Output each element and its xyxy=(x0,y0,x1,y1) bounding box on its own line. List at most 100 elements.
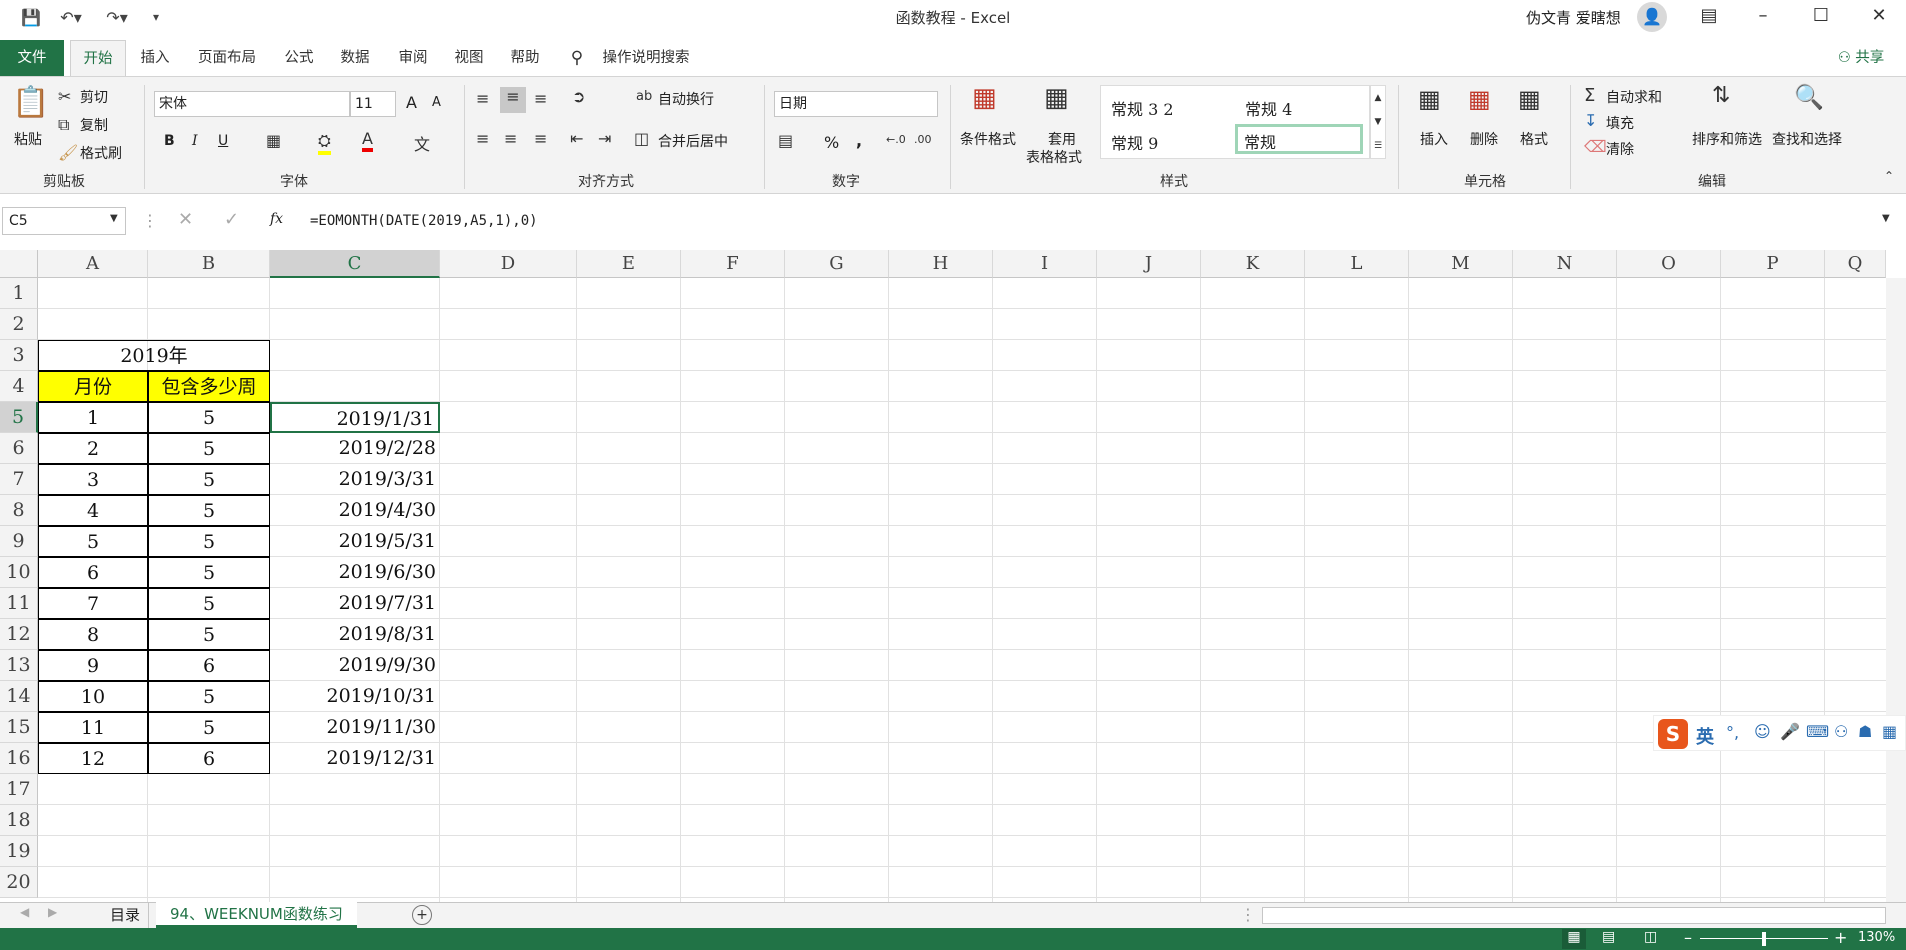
increase-decimal-icon[interactable]: ←.0 xyxy=(886,133,906,146)
column-header-o[interactable]: O xyxy=(1617,250,1721,278)
prev-sheet-icon[interactable]: ◀ xyxy=(20,905,29,919)
column-header-c[interactable]: C xyxy=(270,250,440,278)
table-cell-month[interactable]: 3 xyxy=(38,464,148,495)
tab-formulas[interactable]: 公式 xyxy=(278,40,320,76)
zoom-in-icon[interactable]: + xyxy=(1834,928,1847,947)
table-cell-month[interactable]: 4 xyxy=(38,495,148,526)
fill-color-icon[interactable]: ⛭ xyxy=(318,131,331,155)
table-cell-eom[interactable]: 2019/4/30 xyxy=(270,495,440,526)
insert-cells-icon[interactable]: ▦ xyxy=(1418,85,1441,113)
sheet-tab-toc[interactable]: 目录 xyxy=(102,903,150,928)
tab-help[interactable]: 帮助 xyxy=(504,40,546,76)
table-cell-weeks[interactable]: 5 xyxy=(148,495,270,526)
row-header-3[interactable]: 3 xyxy=(0,340,38,371)
row-header-16[interactable]: 16 xyxy=(0,743,38,774)
column-header-d[interactable]: D xyxy=(440,250,577,278)
row-header-2[interactable]: 2 xyxy=(0,309,38,340)
column-header-m[interactable]: M xyxy=(1409,250,1513,278)
format-table-line2[interactable]: 表格格式 xyxy=(1026,147,1082,167)
column-header-j[interactable]: J xyxy=(1097,250,1201,278)
align-left-icon[interactable]: ≡ xyxy=(476,129,489,148)
format-table-icon[interactable]: ▦ xyxy=(1044,83,1069,113)
column-header-g[interactable]: G xyxy=(785,250,889,278)
close-icon[interactable]: ✕ xyxy=(1856,0,1902,34)
maximize-icon[interactable]: ☐ xyxy=(1798,0,1844,34)
enter-icon[interactable]: ✓ xyxy=(224,209,239,230)
align-center-icon[interactable]: ≡ xyxy=(504,129,517,148)
autosum-button[interactable]: 自动求和 xyxy=(1606,87,1662,107)
table-cell-month[interactable]: 7 xyxy=(38,588,148,619)
table-cell-weeks[interactable]: 5 xyxy=(148,526,270,557)
worksheet-grid[interactable]: ABCDEFGHIJKLMNOPQ 1 2 3 4 5 6 7 8 9 10 11 12 13 14 15 1… xyxy=(0,250,1906,904)
align-right-icon[interactable]: ≡ xyxy=(534,129,547,148)
table-cell-eom[interactable]: 2019/3/31 xyxy=(270,464,440,495)
merge-center-button[interactable]: 合并后居中 xyxy=(658,131,728,151)
row-header-11[interactable]: 11 xyxy=(0,588,38,619)
table-cell-month[interactable]: 12 xyxy=(38,743,148,774)
table-cell-month[interactable]: 8 xyxy=(38,619,148,650)
percent-button[interactable]: % xyxy=(824,133,839,152)
row-header-13[interactable]: 13 xyxy=(0,650,38,681)
tab-insert[interactable]: 插入 xyxy=(134,40,176,76)
row-header-14[interactable]: 14 xyxy=(0,681,38,712)
table-title[interactable]: 2019年 xyxy=(38,340,270,371)
tab-view[interactable]: 视图 xyxy=(448,40,490,76)
font-name-select[interactable]: 宋体 xyxy=(154,91,350,117)
table-cell-month[interactable]: 2 xyxy=(38,433,148,464)
row-header-19[interactable]: 19 xyxy=(0,836,38,867)
user-icon[interactable]: ⚇ xyxy=(1834,722,1848,741)
share-button[interactable]: ⚇ 共享 xyxy=(1830,40,1892,76)
active-cell[interactable]: 2019/1/31 xyxy=(270,402,440,433)
table-cell-weeks[interactable]: 5 xyxy=(148,619,270,650)
style-normal[interactable]: 常规 xyxy=(1235,124,1363,154)
delete-cells-icon[interactable]: ▦ xyxy=(1468,85,1491,113)
tab-review[interactable]: 审阅 xyxy=(392,40,434,76)
find-select-button[interactable]: 查找和选择 xyxy=(1772,129,1842,149)
zoom-out-icon[interactable]: – xyxy=(1684,928,1692,947)
row-header-7[interactable]: 7 xyxy=(0,464,38,495)
column-header-b[interactable]: B xyxy=(148,250,270,278)
page-layout-view-icon[interactable]: ▤ xyxy=(1602,929,1615,945)
table-cell-eom[interactable]: 2019/11/30 xyxy=(270,712,440,743)
row-header-4[interactable]: 4 xyxy=(0,371,38,402)
conditional-format-icon[interactable]: ▦ xyxy=(972,83,997,113)
emoji-icon[interactable]: ☺ xyxy=(1754,722,1771,741)
delete-cells-button[interactable]: 删除 xyxy=(1470,129,1498,149)
column-header-f[interactable]: F xyxy=(681,250,785,278)
format-cells-button[interactable]: 格式 xyxy=(1520,129,1548,149)
format-table-line1[interactable]: 套用 xyxy=(1048,129,1076,149)
wrap-text-button[interactable]: 自动换行 xyxy=(658,89,714,109)
zoom-thumb[interactable] xyxy=(1762,932,1766,946)
decrease-decimal-icon[interactable]: .00 xyxy=(914,133,932,146)
minimize-icon[interactable]: – xyxy=(1740,0,1786,34)
sogou-logo-icon[interactable]: S xyxy=(1658,719,1688,749)
find-select-icon[interactable]: 🔍 xyxy=(1794,83,1824,111)
column-header-k[interactable]: K xyxy=(1201,250,1305,278)
add-sheet-icon[interactable]: + xyxy=(412,905,432,925)
grow-font-button[interactable]: A xyxy=(406,93,417,112)
insert-cells-button[interactable]: 插入 xyxy=(1420,129,1448,149)
tell-me-search[interactable]: 操作说明搜索 xyxy=(596,40,696,76)
table-cell-eom[interactable]: 2019/5/31 xyxy=(270,526,440,557)
column-header-n[interactable]: N xyxy=(1513,250,1617,278)
split-handle-icon[interactable]: ⋮ xyxy=(1240,905,1256,924)
sort-filter-button[interactable]: 排序和筛选 xyxy=(1692,129,1762,149)
skin-icon[interactable]: ☗ xyxy=(1858,722,1872,741)
row-header-8[interactable]: 8 xyxy=(0,495,38,526)
underline-button[interactable]: U xyxy=(218,133,228,149)
insert-function-button[interactable]: fx xyxy=(270,211,283,227)
font-size-select[interactable]: 11 xyxy=(350,91,396,117)
row-header-1[interactable]: 1 xyxy=(0,278,38,309)
row-header-17[interactable]: 17 xyxy=(0,774,38,805)
table-cell-month[interactable]: 1 xyxy=(38,402,148,433)
fill-button[interactable]: 填充 xyxy=(1606,113,1634,133)
table-cell-eom[interactable]: 2019/2/28 xyxy=(270,433,440,464)
italic-button[interactable]: I xyxy=(192,133,198,149)
format-cells-icon[interactable]: ▦ xyxy=(1518,85,1541,113)
column-header-a[interactable]: A xyxy=(38,250,148,278)
sort-filter-icon[interactable]: ⇅ xyxy=(1712,83,1730,108)
style-normal-4[interactable]: 常规 4 xyxy=(1245,96,1292,120)
column-header-h[interactable]: H xyxy=(889,250,993,278)
cancel-icon[interactable]: ✕ xyxy=(178,209,193,230)
select-all-corner[interactable] xyxy=(0,250,38,278)
